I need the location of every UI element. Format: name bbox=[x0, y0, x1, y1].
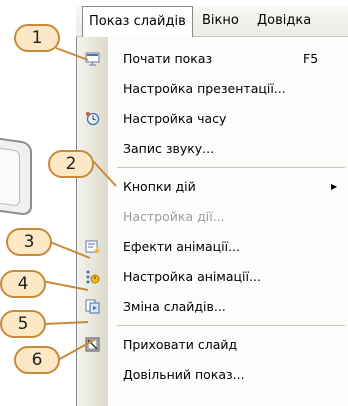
menu-item-label: Приховати слайд bbox=[123, 337, 238, 352]
custom-animation-icon bbox=[86, 270, 100, 284]
callout-2: 2 bbox=[48, 150, 94, 178]
menu-item-custom-animation[interactable]: Настройка анімації... bbox=[77, 263, 348, 291]
menu-separator bbox=[117, 325, 345, 326]
menu-item-label: Довільний показ... bbox=[123, 367, 245, 382]
menu-item-label: Зміна слайдів... bbox=[123, 299, 226, 314]
callout-1: 1 bbox=[14, 24, 60, 52]
menu-help[interactable]: Довідка bbox=[251, 6, 317, 37]
menu-item-label: Запис звуку... bbox=[123, 141, 215, 156]
menu-item-rehearse-timings[interactable]: Настройка часу bbox=[77, 105, 348, 133]
background-dialog-fragment bbox=[0, 133, 32, 217]
menu-item-label: Настройка презентації... bbox=[123, 81, 286, 96]
menu-item-label: Кнопки дій bbox=[123, 179, 196, 194]
menu-item-label: Почати показ bbox=[123, 51, 213, 66]
slideshow-dropdown-menu: Почати показ F5 Настройка презентації...… bbox=[76, 37, 348, 406]
animation-schemes-icon bbox=[85, 240, 101, 254]
menu-item-record-sound[interactable]: Запис звуку... bbox=[77, 135, 348, 163]
menu-separator bbox=[117, 167, 345, 168]
callout-6: 6 bbox=[14, 346, 60, 374]
rehearse-timings-icon bbox=[86, 112, 100, 126]
callout-5: 5 bbox=[0, 310, 46, 338]
menu-item-animation-schemes[interactable]: Ефекти анімації... bbox=[77, 233, 348, 261]
menu-item-label: Настройка дії... bbox=[123, 209, 225, 224]
submenu-arrow-icon: ▶ bbox=[331, 182, 338, 191]
callout-3: 3 bbox=[6, 228, 52, 256]
menu-item-label: Настройка анімації... bbox=[123, 269, 261, 284]
menu-item-label: Настройка часу bbox=[123, 111, 227, 126]
menu-item-presentation-setup[interactable]: Настройка презентації... bbox=[77, 75, 348, 103]
slide-transition-icon bbox=[85, 299, 100, 314]
callout-4: 4 bbox=[0, 270, 46, 298]
menu-item-hide-slide[interactable]: Приховати слайд bbox=[77, 331, 348, 359]
menu-item-action-buttons[interactable]: Кнопки дій ▶ bbox=[77, 173, 348, 201]
menu-bar: Показ слайдів Вікно Довідка bbox=[76, 6, 348, 38]
menu-item-slide-transition[interactable]: Зміна слайдів... bbox=[77, 293, 348, 321]
slideshow-icon bbox=[85, 52, 100, 66]
menu-item-action-settings: Настройка дії... bbox=[77, 203, 348, 231]
menu-window[interactable]: Вікно bbox=[196, 6, 245, 37]
hide-slide-icon bbox=[85, 337, 100, 352]
menu-item-shortcut: F5 bbox=[303, 51, 319, 66]
menu-item-custom-show[interactable]: Довільний показ... bbox=[77, 361, 348, 389]
menu-item-start-show[interactable]: Почати показ F5 bbox=[77, 45, 348, 73]
menu-item-label: Ефекти анімації... bbox=[123, 239, 240, 254]
menu-slideshow[interactable]: Показ слайдів bbox=[82, 6, 193, 38]
